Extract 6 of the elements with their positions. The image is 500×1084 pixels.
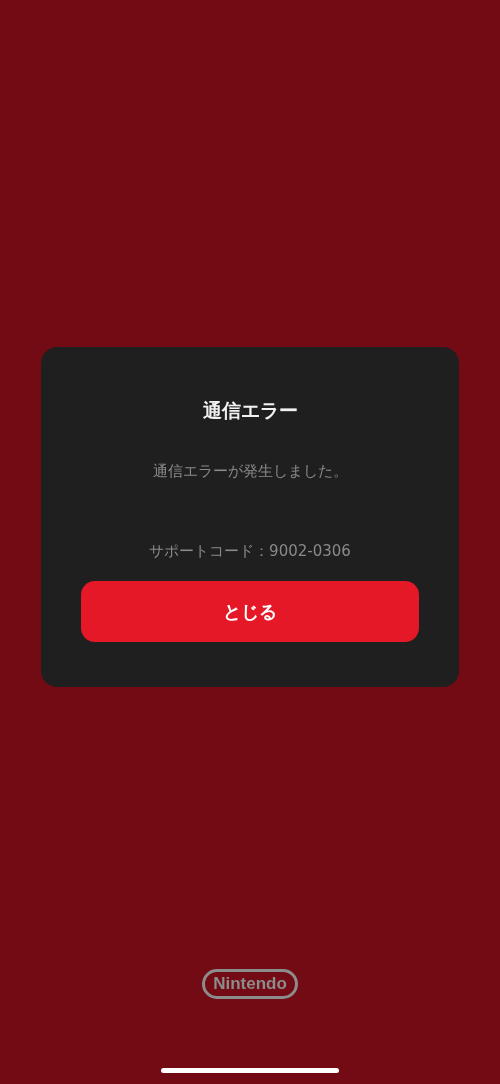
support-code: サポートコード：9002-0306 xyxy=(149,541,351,561)
logo: Nintendo xyxy=(202,969,298,999)
close-button[interactable]: とじる xyxy=(81,581,419,642)
home-indicator[interactable] xyxy=(161,1068,339,1073)
error-message: 通信エラーが発生しました。 xyxy=(152,461,348,481)
dialog-title: 通信エラー xyxy=(202,398,298,423)
